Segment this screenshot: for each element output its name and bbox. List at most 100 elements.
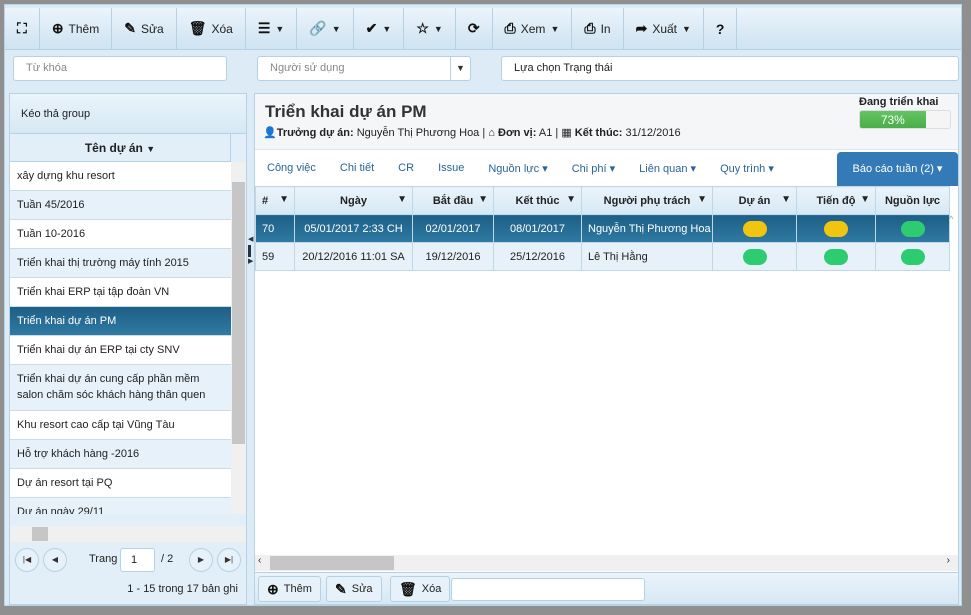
- project-list-item[interactable]: Triển khai dự án cung cấp phần mềm salon…: [10, 365, 231, 411]
- project-list-item[interactable]: Triển khai thị trường máy tính 2015: [10, 249, 231, 278]
- record-summary: 1 - 15 trong 17 bản ghi: [127, 583, 238, 595]
- tab-bar: Công việc Chi tiết CR Issue Nguồn lực ▾ Chi p…: [255, 150, 958, 186]
- bottom-add-button[interactable]: ⊕ Thêm: [258, 576, 321, 602]
- first-page-button[interactable]: |◀: [15, 548, 39, 572]
- unit-label: Đơn vị:: [498, 127, 537, 139]
- project-list-item[interactable]: Dự án ngày 29/11: [10, 498, 231, 514]
- next-page-button[interactable]: ▶: [189, 548, 213, 572]
- cell-owner: Nguyễn Thị Phương Hoa: [581, 214, 713, 243]
- scroll-left-icon[interactable]: ‹: [258, 555, 261, 566]
- status-select[interactable]: Lựa chọn Trạng thái: [501, 56, 959, 81]
- end-label: Kết thúc:: [574, 127, 623, 139]
- refresh-button[interactable]: ⟳: [456, 8, 493, 49]
- project-list-item[interactable]: Triển khai dự án PM: [10, 307, 231, 336]
- cell-id: 70: [255, 214, 295, 243]
- tab-0[interactable]: Công việc: [255, 162, 328, 174]
- scroll-thumb[interactable]: [32, 527, 48, 541]
- bottom-edit-button[interactable]: ✎ Sửa: [326, 576, 382, 602]
- column-header[interactable]: Người phụ trách ▼: [581, 186, 713, 215]
- tab-4[interactable]: Nguồn lực ▾: [476, 162, 559, 175]
- scroll-thumb[interactable]: [270, 556, 394, 570]
- scroll-thumb[interactable]: [232, 182, 245, 444]
- tab-2[interactable]: CR: [386, 162, 426, 174]
- plus-circle-icon: ⊕: [267, 580, 279, 597]
- project-list-panel: Kéo thả group Tên dự án ▼ xây dựng khu r…: [9, 93, 247, 605]
- splitter-handle[interactable]: ◀ ▶: [248, 235, 253, 285]
- group-drop-zone[interactable]: Kéo thả group: [10, 94, 246, 134]
- last-page-button[interactable]: ▶|: [217, 548, 241, 572]
- project-list-item[interactable]: Tuần 45/2016: [10, 191, 231, 220]
- tab-3[interactable]: Issue: [426, 162, 476, 174]
- caret-down-icon[interactable]: ▼: [450, 57, 470, 80]
- page-input[interactable]: 1: [120, 548, 155, 572]
- star-dropdown[interactable]: ☆ ▼: [404, 8, 456, 49]
- table-row[interactable]: 70 05/01/2017 2:33 CH 02/01/2017 08/01/2017…: [255, 214, 950, 243]
- link-dropdown[interactable]: 🔗 ▼: [297, 8, 354, 49]
- grid-horizontal-scrollbar[interactable]: ‹ ›: [255, 555, 958, 571]
- column-label: Dự án: [738, 194, 771, 207]
- column-header[interactable]: # ▼: [255, 186, 295, 215]
- tab-6[interactable]: Liên quan ▾: [627, 162, 708, 175]
- add-button[interactable]: ⊕ Thêm: [40, 8, 113, 49]
- cell-resource: [875, 214, 950, 243]
- column-header[interactable]: Dự án ▼: [712, 186, 797, 215]
- project-list-item[interactable]: Dự án resort tại PQ: [10, 469, 231, 498]
- share-icon: ➦: [635, 20, 648, 36]
- grid-vertical-scrollbar[interactable]: ^: [949, 214, 959, 554]
- delete-button[interactable]: 🗑 Xóa: [177, 8, 246, 49]
- column-header[interactable]: Kết thúc ▼: [493, 186, 582, 215]
- bottom-delete-button[interactable]: 🗑 Xóa: [390, 576, 451, 602]
- list-horizontal-scrollbar[interactable]: [10, 526, 246, 542]
- bottom-text-input[interactable]: [451, 578, 645, 601]
- filter-icon[interactable]: ▼: [478, 194, 488, 205]
- filter-icon[interactable]: ▼: [397, 194, 407, 205]
- view-dropdown[interactable]: ⎙ Xem ▼: [493, 8, 573, 49]
- help-button[interactable]: ?: [704, 8, 738, 49]
- list-vertical-scrollbar[interactable]: [231, 162, 246, 514]
- tab-7[interactable]: Quy trình ▾: [708, 162, 786, 175]
- filter-icon[interactable]: ▼: [279, 194, 289, 205]
- column-header[interactable]: Nguồn lực: [875, 186, 950, 215]
- keyword-input[interactable]: Từ khóa: [13, 56, 227, 81]
- tab-8[interactable]: Báo cáo tuần (2) ▾: [837, 152, 958, 186]
- edit-label: Sửa: [351, 583, 373, 595]
- project-list-item[interactable]: Triển khai ERP tại tập đoàn VN: [10, 278, 231, 307]
- column-header[interactable]: Ngày ▼: [294, 186, 413, 215]
- tab-label: Nguồn lực: [488, 162, 540, 175]
- export-dropdown[interactable]: ➦ Xuất ▼: [624, 8, 704, 49]
- status-dot-icon: [742, 248, 767, 265]
- binoculars-icon: ⛶: [17, 20, 27, 36]
- table-row[interactable]: 59 20/12/2016 11:01 SA 19/12/2016 25/12/201…: [255, 242, 950, 271]
- tab-1[interactable]: Chi tiết: [328, 162, 386, 174]
- approve-dropdown[interactable]: ✔ ▼: [354, 8, 405, 49]
- scroll-right-icon[interactable]: ›: [947, 555, 950, 566]
- project-list-item[interactable]: Khu resort cao cấp tại Vũng Tàu: [10, 411, 231, 440]
- tab-5[interactable]: Chi phí ▾: [560, 162, 627, 175]
- column-header[interactable]: Bắt đầu ▼: [412, 186, 494, 215]
- prev-page-button[interactable]: ◀: [43, 548, 67, 572]
- filter-icon[interactable]: ▼: [697, 194, 707, 205]
- filter-icon[interactable]: ▼: [566, 194, 576, 205]
- edit-button[interactable]: ✎ Sửa: [112, 8, 177, 49]
- user-select[interactable]: Người sử dụng ▼: [257, 56, 471, 81]
- cell-owner: Lê Thị Hằng: [581, 242, 713, 271]
- manager-label: Trưởng dự án:: [276, 127, 354, 139]
- project-list-item[interactable]: Hỗ trợ khách hàng -2016: [10, 440, 231, 469]
- caret-down-icon: ▾: [687, 162, 697, 175]
- link-icon: 🔗: [309, 20, 327, 36]
- status-dot-icon: [742, 220, 767, 237]
- project-list-item[interactable]: Tuần 10-2016: [10, 220, 231, 249]
- caret-down-icon: ▾: [933, 163, 943, 175]
- project-list-item[interactable]: Triển khai dự án ERP tại cty SNV: [10, 336, 231, 365]
- column-label: Kết thúc: [515, 194, 560, 207]
- search-button[interactable]: ⛶: [5, 8, 40, 49]
- menu-dropdown[interactable]: ☰ ▼: [246, 8, 298, 49]
- filter-icon[interactable]: ▼: [860, 194, 870, 205]
- column-header[interactable]: Tiến độ ▼: [796, 186, 876, 215]
- pencil-icon: ✎: [124, 20, 136, 36]
- filter-icon[interactable]: ▼: [781, 194, 791, 205]
- project-name-column-header[interactable]: Tên dự án ▼: [10, 134, 231, 162]
- project-list-item[interactable]: xây dựng khu resort: [10, 162, 231, 191]
- print-button[interactable]: ⎙ In: [572, 8, 624, 49]
- cell-date: 20/12/2016 11:01 SA: [294, 242, 413, 271]
